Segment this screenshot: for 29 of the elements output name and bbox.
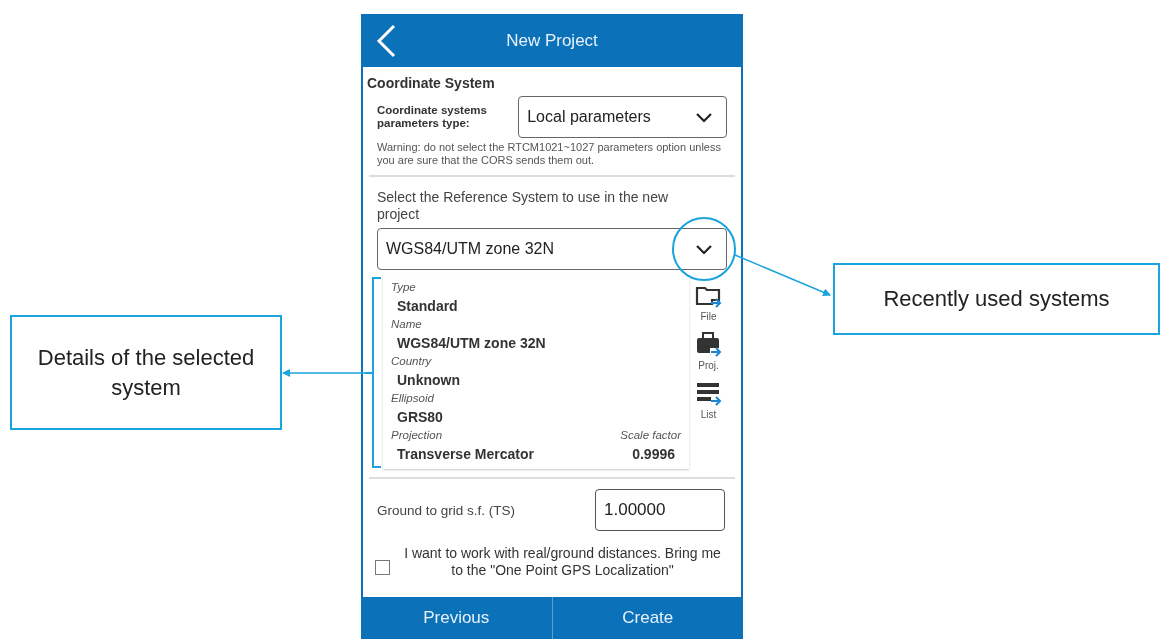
detail-value: GRS80 xyxy=(396,408,444,427)
ground-to-grid-field[interactable]: 1.00000 xyxy=(595,489,725,531)
checkbox-label: I want to work with real/ground distances. Bring me to the "One Point GPS Localization" xyxy=(403,545,722,579)
detail-label: Ellipsoid xyxy=(391,391,435,406)
section-title: Coordinate System xyxy=(367,75,496,91)
side-action-button[interactable]: List xyxy=(695,380,722,420)
detail-value: Unknown xyxy=(396,371,461,390)
dropdown-value: WGS84/UTM zone 32N xyxy=(386,240,555,258)
detail-label: Scale factor xyxy=(620,428,681,443)
detail-label: Name xyxy=(391,317,423,332)
detail-value: Standard xyxy=(396,297,459,316)
callout-box: Recently used systems xyxy=(833,263,1160,335)
field-label: Ground to grid s.f. (TS) xyxy=(377,502,516,518)
screen-title: New Project xyxy=(506,30,598,51)
callout-box: Details of the selected system xyxy=(10,315,282,430)
detail-value: 0.9996 xyxy=(631,445,676,464)
parameters-type-dropdown[interactable]: Local parameters xyxy=(518,96,727,138)
detail-label: Projection xyxy=(391,428,443,443)
detail-label: Type xyxy=(391,280,417,295)
detail-value: WGS84/UTM zone 32N xyxy=(396,334,547,353)
reference-system-dropdown[interactable]: WGS84/UTM zone 32N xyxy=(377,228,727,270)
side-action-button[interactable]: File xyxy=(695,282,722,322)
side-action-button[interactable]: Proj. xyxy=(695,331,722,371)
field-label: Select the Reference System to use in the new project xyxy=(376,188,670,223)
warning-text: Warning: do not select the RTCM1021~1027 parameters option unless you are sure that the CORS sends them out. xyxy=(376,140,722,167)
detail-value: Transverse Mercator xyxy=(396,445,534,464)
detail-label: Country xyxy=(391,354,433,369)
dropdown-value: Local parameters xyxy=(527,108,651,126)
field-label: Coordinate systems parameters type: xyxy=(377,104,488,130)
